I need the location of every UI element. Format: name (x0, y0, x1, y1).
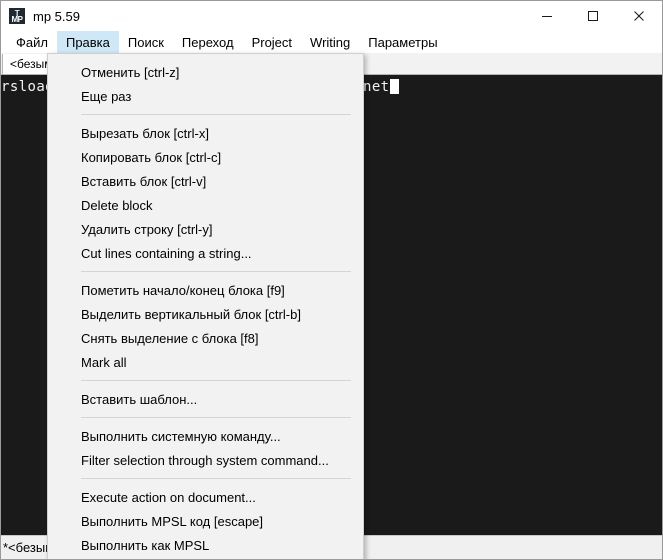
menu-item-copy-block[interactable]: Копировать блок [ctrl-c] (48, 145, 363, 169)
menu-item-paste-block[interactable]: Вставить блок [ctrl-v] (48, 169, 363, 193)
menu-item-label: Вырезать блок [ctrl-x] (81, 125, 209, 141)
app-icon-bottom-text: MP (11, 15, 24, 24)
menu-separator (81, 271, 351, 272)
menu-item-mark-vertical-block[interactable]: Выделить вертикальный блок [ctrl-b] (48, 302, 363, 326)
menu-item-execute-as-mpsl[interactable]: Выполнить как MPSL (48, 533, 363, 557)
mp-app-icon: T MP (9, 8, 25, 24)
menu-item-cut-block[interactable]: Вырезать блок [ctrl-x] (48, 121, 363, 145)
menubar-item-file[interactable]: Файл (7, 31, 57, 53)
menu-item-label: Execute action on document... (81, 489, 256, 505)
menu-item-label: Копировать блок [ctrl-c] (81, 149, 222, 165)
menu-item-label: Mark all (81, 354, 127, 370)
menu-item-filter-selection[interactable]: Filter selection through system command.… (48, 448, 363, 472)
menu-item-unmark-block[interactable]: Снять выделение с блока [f8] (48, 326, 363, 350)
menu-item-delete-block[interactable]: Delete block (48, 193, 363, 217)
menu-item-execute-mpsl-code[interactable]: Выполнить MPSL код [escape] (48, 509, 363, 533)
menu-item-label: Delete block (81, 197, 153, 213)
menubar-item-label: Параметры (368, 34, 438, 50)
menu-item-label: Пометить начало/конец блока [f9] (81, 282, 285, 298)
menu-item-label: Вставить блок [ctrl-v] (81, 173, 207, 189)
menubar-item-label: Файл (16, 34, 48, 50)
menu-item-label: Cut lines containing a string... (81, 245, 252, 261)
menubar-item-goto[interactable]: Переход (173, 31, 243, 53)
menu-item-label: Удалить строку [ctrl-y] (81, 221, 213, 237)
menu-item-execute-system-command[interactable]: Выполнить системную команду... (48, 424, 363, 448)
menu-item-label: Выполнить системную команду... (81, 428, 281, 444)
menu-item-label: Выделить вертикальный блок [ctrl-b] (81, 306, 301, 322)
menu-item-label: Filter selection through system command.… (81, 452, 329, 468)
text-cursor (389, 79, 399, 94)
menu-separator (81, 478, 351, 479)
menu-item-label: Отменить [ctrl-z] (81, 64, 180, 80)
close-icon (633, 10, 645, 22)
menu-separator (81, 380, 351, 381)
menubar-item-label: Project (251, 34, 293, 50)
menubar-item-label: Переход (181, 34, 234, 50)
menu-item-delete-line[interactable]: Удалить строку [ctrl-y] (48, 217, 363, 241)
edit-menu-dropdown: Отменить [ctrl-z] Еще раз Вырезать блок [c… (47, 53, 364, 559)
menu-item-label: Выполнить MPSL код [escape] (81, 513, 264, 529)
maximize-button[interactable] (570, 1, 616, 31)
menubar-item-label: Поиск (127, 34, 164, 50)
menu-item-label: Еще раз (81, 88, 132, 104)
menu-item-label: Снять выделение с блока [f8] (81, 330, 259, 346)
close-button[interactable] (616, 1, 662, 31)
menu-separator (81, 417, 351, 418)
application-window: T MP mp 5.59 Файл Правка Поиск Переход Proje… (0, 0, 663, 560)
title-bar: T MP mp 5.59 (1, 1, 662, 31)
menubar-item-label: Writing (310, 34, 351, 50)
menu-item-mark-all[interactable]: Mark all (48, 350, 363, 374)
menubar-item-edit[interactable]: Правка (56, 31, 119, 53)
menu-item-insert-template[interactable]: Вставить шаблон... (48, 387, 363, 411)
menu-item-label: Вставить шаблон... (81, 391, 198, 407)
menu-item-label: Выполнить как MPSL (81, 537, 210, 553)
menu-item-mark-block-start-end[interactable]: Пометить начало/конец блока [f9] (48, 278, 363, 302)
minimize-icon (541, 10, 553, 22)
maximize-icon (587, 10, 599, 22)
minimize-button[interactable] (524, 1, 570, 31)
menubar-item-project[interactable]: Project (243, 31, 301, 53)
menu-item-cut-lines-containing[interactable]: Cut lines containing a string... (48, 241, 363, 265)
menu-bar: Файл Правка Поиск Переход Project Writing Пара… (1, 31, 662, 53)
menu-item-undo[interactable]: Отменить [ctrl-z] (48, 60, 363, 84)
menubar-item-settings[interactable]: Параметры (359, 31, 446, 53)
menubar-item-writing[interactable]: Writing (301, 31, 359, 53)
menubar-item-label: Правка (65, 34, 110, 50)
menu-item-execute-action-on-document[interactable]: Execute action on document... (48, 485, 363, 509)
window-title: mp 5.59 (33, 8, 80, 24)
menu-separator (81, 114, 351, 115)
menu-item-redo[interactable]: Еще раз (48, 84, 363, 108)
menubar-item-search[interactable]: Поиск (119, 31, 173, 53)
